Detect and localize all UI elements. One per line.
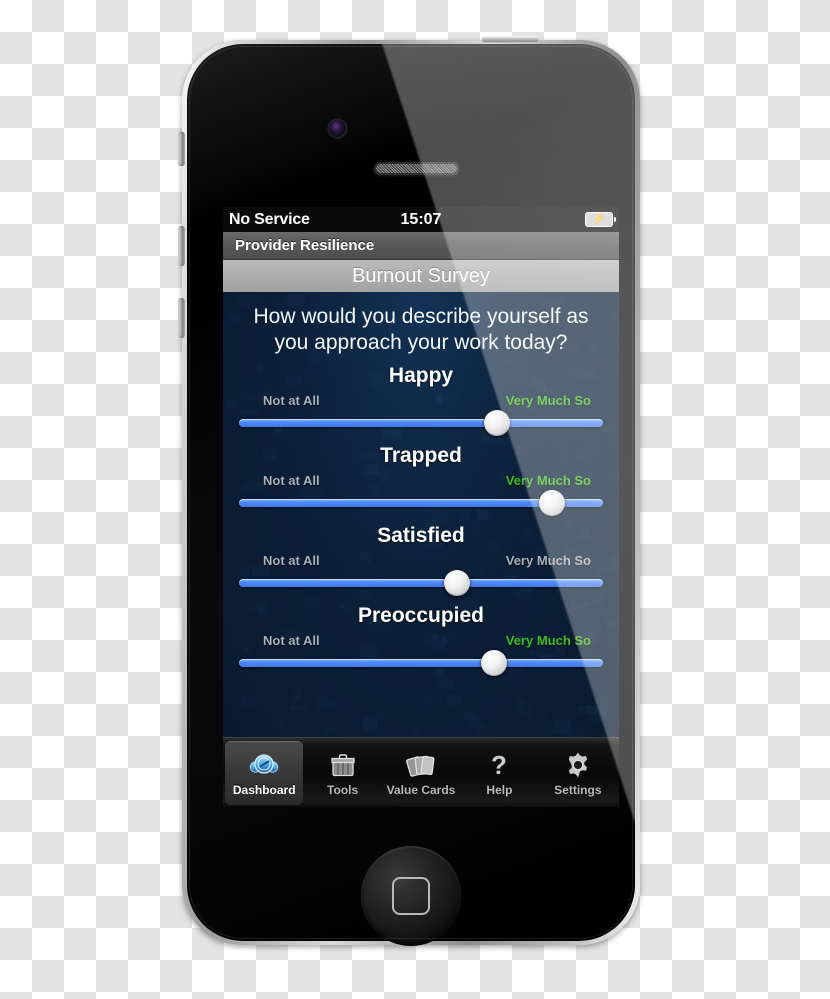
anchor-label-low: Not at All bbox=[263, 472, 320, 488]
survey-title: Burnout Survey bbox=[352, 264, 490, 287]
tab-label: Settings bbox=[554, 783, 602, 797]
anchor-label-low: Not at All bbox=[263, 632, 320, 648]
slider-track[interactable] bbox=[239, 418, 603, 427]
slider-thumb[interactable] bbox=[539, 489, 566, 516]
gear-icon bbox=[564, 749, 592, 781]
survey-slider-list: Happy Not at All Very Much So Trapped Not at… bbox=[231, 364, 611, 676]
survey-slider[interactable] bbox=[239, 569, 603, 596]
anchor-label-high: Very Much So bbox=[505, 632, 591, 648]
slider-thumb[interactable] bbox=[480, 649, 507, 676]
earpiece-speaker-icon bbox=[374, 162, 459, 175]
tab-tools[interactable]: Tools bbox=[303, 741, 381, 805]
question-mark-icon: ? bbox=[487, 749, 511, 781]
slider-header: Trapped Not at All Very Much So bbox=[239, 444, 603, 488]
survey-slider[interactable] bbox=[239, 489, 603, 516]
tab-label: Value Cards bbox=[386, 783, 456, 797]
survey-title-bar: Burnout Survey bbox=[223, 260, 619, 292]
volume-up-button[interactable] bbox=[178, 226, 185, 266]
home-button-glyph bbox=[392, 877, 430, 915]
carrier-label: No Service bbox=[229, 210, 310, 228]
anchor-label-high: Very Much So bbox=[505, 392, 591, 408]
slider-label: Satisfied bbox=[377, 523, 465, 547]
slider-label: Trapped bbox=[380, 443, 462, 467]
tab-settings[interactable]: Settings bbox=[539, 741, 617, 805]
slider-track[interactable] bbox=[239, 658, 603, 667]
slider-header: Satisfied Not at All Very Much So bbox=[239, 524, 603, 568]
gauge-dashboard-icon bbox=[249, 749, 279, 781]
charging-bolt-icon: ⚡ bbox=[592, 213, 606, 225]
slider-thumb[interactable] bbox=[444, 569, 471, 596]
tab-dashboard[interactable]: Dashboard bbox=[225, 741, 304, 805]
power-button[interactable] bbox=[482, 36, 538, 43]
anchor-label-low: Not at All bbox=[263, 552, 320, 568]
home-button[interactable] bbox=[361, 846, 461, 946]
anchor-label-high: Very Much So bbox=[505, 472, 591, 488]
status-bar: No Service 15:07 ⚡ bbox=[223, 207, 619, 232]
status-bar-right: ⚡ bbox=[585, 212, 616, 227]
survey-slider-group: Preoccupied Not at All Very Much So bbox=[231, 604, 611, 676]
slider-label: Happy bbox=[388, 363, 454, 387]
tab-help[interactable]: ? Help bbox=[460, 741, 538, 805]
tab-bar: Dashboard Tools Value Cards ? Help Setti… bbox=[223, 737, 619, 807]
volume-down-button[interactable] bbox=[178, 298, 185, 338]
phone-screen: No Service 15:07 ⚡ Provider Resilience B… bbox=[223, 207, 619, 807]
slider-header: Preoccupied Not at All Very Much So bbox=[239, 604, 603, 648]
front-camera-icon bbox=[329, 120, 346, 137]
slider-thumb[interactable] bbox=[484, 409, 511, 436]
tab-value-cards[interactable]: Value Cards bbox=[382, 741, 460, 805]
app-title: Provider Resilience bbox=[235, 237, 375, 254]
phone-bezel: No Service 15:07 ⚡ Provider Resilience B… bbox=[187, 44, 635, 941]
app-nav-bar: Provider Resilience bbox=[223, 232, 619, 260]
survey-slider-group: Satisfied Not at All Very Much So bbox=[231, 524, 611, 596]
survey-body: How would you describe yourself as you a… bbox=[223, 292, 619, 737]
slider-header: Happy Not at All Very Much So bbox=[239, 364, 603, 408]
tab-label: Dashboard bbox=[232, 783, 296, 797]
cards-icon bbox=[406, 749, 436, 781]
survey-slider[interactable] bbox=[239, 649, 603, 676]
survey-slider-group: Trapped Not at All Very Much So bbox=[231, 444, 611, 516]
mute-switch[interactable] bbox=[178, 132, 185, 166]
svg-text:?: ? bbox=[491, 751, 507, 779]
tab-label: Tools bbox=[327, 783, 359, 797]
battery-charging-icon: ⚡ bbox=[585, 212, 616, 227]
anchor-label-low: Not at All bbox=[263, 392, 320, 408]
slider-track[interactable] bbox=[239, 578, 603, 587]
anchor-label-high: Very Much So bbox=[505, 552, 591, 568]
phone-device: No Service 15:07 ⚡ Provider Resilience B… bbox=[178, 36, 640, 946]
survey-slider[interactable] bbox=[239, 409, 603, 436]
survey-question: How would you describe yourself as you a… bbox=[253, 305, 589, 354]
toolbox-icon bbox=[329, 749, 357, 781]
tab-label: Help bbox=[486, 783, 513, 797]
slider-label: Preoccupied bbox=[357, 603, 485, 627]
survey-slider-group: Happy Not at All Very Much So bbox=[231, 364, 611, 436]
